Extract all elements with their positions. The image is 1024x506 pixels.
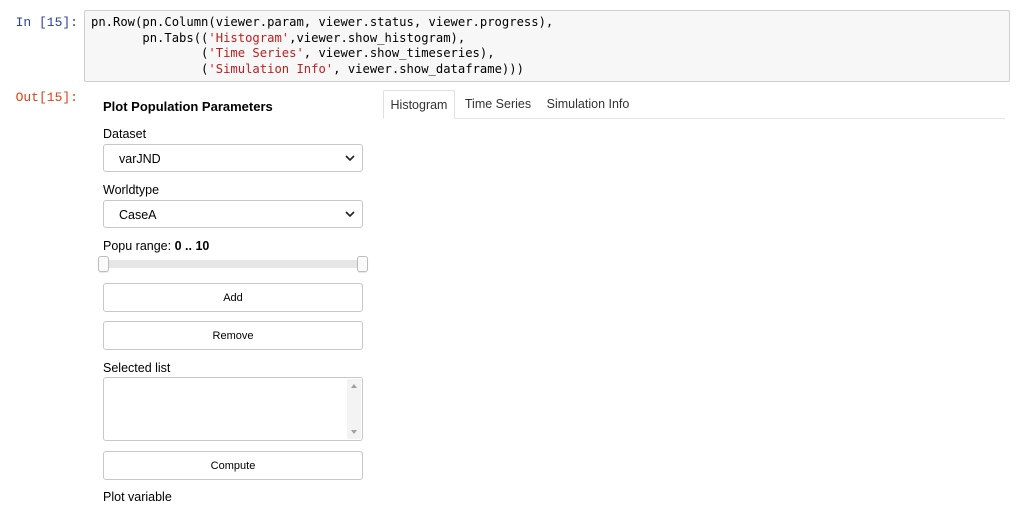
tab-histogram[interactable]: Histogram	[383, 90, 455, 119]
dataset-select[interactable]: varJND	[103, 144, 363, 172]
code-string: 'Histogram'	[208, 30, 290, 45]
slider-max-handle[interactable]	[357, 256, 368, 272]
panel-title: Plot Population Parameters	[103, 99, 273, 114]
tab-simulation-info[interactable]: Simulation Info	[541, 90, 635, 118]
code-string: 'Time Series'	[208, 46, 304, 61]
popu-range-label: Popu range: 0 .. 10	[103, 239, 209, 253]
worldtype-select[interactable]: CaseA	[103, 200, 363, 228]
remove-button[interactable]: Remove	[103, 321, 363, 350]
code-line-1: pn.Row(pn.Column(viewer.param, viewer.st…	[91, 15, 1003, 31]
worldtype-label: Worldtype	[103, 183, 160, 197]
code-string: 'Simulation Info'	[208, 61, 334, 76]
code-text: , viewer.show_timeseries),	[303, 46, 495, 61]
input-prompt: In [15]:	[15, 15, 78, 30]
popu-range-slider[interactable]	[103, 260, 363, 268]
popu-range-max: 10	[195, 239, 210, 253]
scrollbar[interactable]	[347, 379, 361, 439]
code-line-4: ('Simulation Info', viewer.show_datafram…	[91, 62, 1003, 78]
selected-list-label: Selected list	[103, 361, 171, 375]
code-cell[interactable]: pn.Row(pn.Column(viewer.param, viewer.st…	[84, 10, 1010, 82]
plot-variable-label: Plot variable	[103, 490, 172, 504]
compute-button[interactable]: Compute	[103, 451, 363, 480]
code-text: ,viewer.show_histogram),	[289, 30, 466, 45]
dataset-value: varJND	[119, 152, 161, 166]
code-line-3: ('Time Series', viewer.show_timeseries),	[91, 46, 1003, 62]
popu-range-separator: ..	[181, 239, 196, 253]
slider-min-handle[interactable]	[98, 256, 109, 272]
tabs-bar: Histogram Time Series Simulation Info	[383, 90, 1005, 119]
output-prompt: Out[15]:	[15, 90, 78, 105]
popu-range-min: 0	[174, 239, 182, 253]
worldtype-value: CaseA	[119, 208, 157, 222]
selected-list[interactable]	[103, 377, 363, 441]
code-text: , viewer.show_dataframe)))	[333, 61, 524, 76]
scroll-up-icon[interactable]	[351, 384, 357, 388]
scroll-down-icon[interactable]	[351, 430, 357, 434]
dataset-label: Dataset	[103, 127, 147, 141]
tab-time-series[interactable]: Time Series	[458, 90, 538, 118]
code-line-2: pn.Tabs(('Histogram',viewer.show_histogr…	[91, 31, 1003, 47]
popu-range-text: Popu range:	[103, 239, 175, 253]
code-text: pn.Row(pn.Column(viewer.param, viewer.st…	[91, 15, 554, 29]
chevron-down-icon	[345, 211, 355, 218]
code-text: (	[91, 61, 209, 76]
chevron-down-icon	[345, 155, 355, 162]
add-button[interactable]: Add	[103, 283, 363, 312]
code-text: (	[91, 46, 209, 61]
code-text: pn.Tabs((	[91, 30, 209, 45]
